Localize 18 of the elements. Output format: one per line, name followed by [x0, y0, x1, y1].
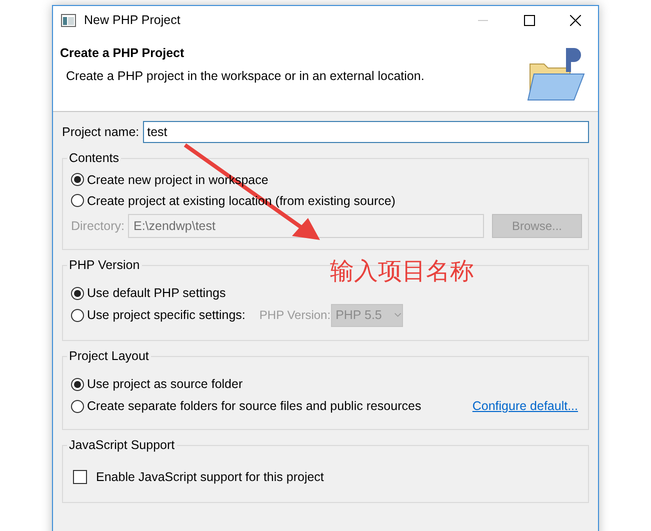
group-title: Contents: [68, 151, 120, 165]
annotation-text: 输入项目名称: [330, 256, 474, 287]
radio-label: Use default PHP settings: [87, 286, 226, 300]
radio-label: Create separate folders for source files and public resources: [87, 399, 422, 413]
dialog-description: Create a PHP project in the workspace or in an external location.: [66, 69, 426, 83]
radio-label: Use project as source folder: [87, 377, 243, 391]
group-title: Project Layout: [68, 349, 150, 363]
directory-label: Directory:: [71, 219, 124, 233]
group-title: JavaScript Support: [68, 438, 176, 452]
dialog-heading: Create a PHP Project: [60, 46, 186, 60]
configure-link[interactable]: Configure default...: [472, 399, 582, 413]
group-title: PHP Version: [68, 258, 141, 272]
window-title: New PHP Project: [84, 13, 180, 27]
project-name-field[interactable]: test: [143, 121, 589, 143]
checkbox-label: Enable JavaScript support for this project: [96, 470, 324, 484]
radio-label: Use project specific settings:: [87, 308, 246, 322]
php-version-label: PHP Version:: [259, 308, 331, 322]
project-name-label: Project name:: [62, 125, 140, 139]
